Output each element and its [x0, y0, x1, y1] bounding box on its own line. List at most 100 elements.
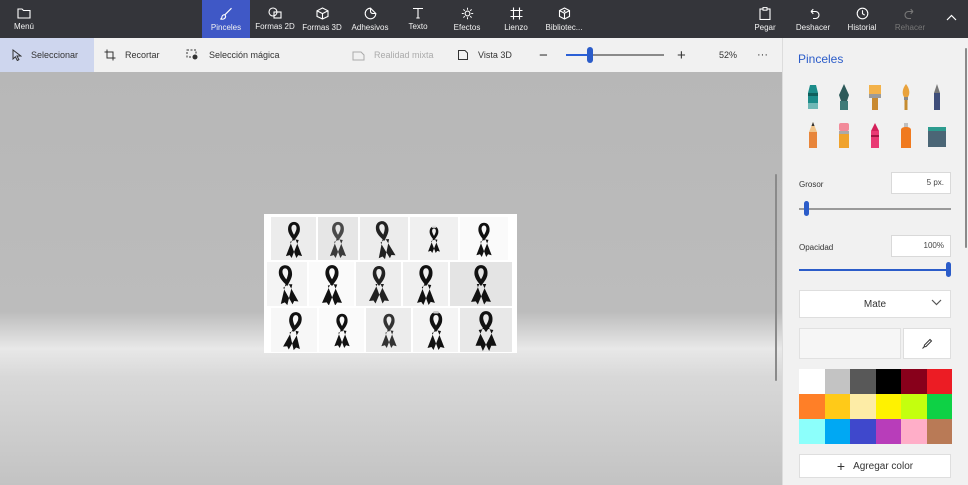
color-swatch[interactable] [901, 369, 927, 394]
plus-icon: + [836, 458, 846, 474]
ribbon-image-tile [460, 308, 512, 352]
opacity-slider-thumb[interactable] [946, 262, 951, 277]
opacity-label: Opacidad [799, 243, 834, 252]
color-swatch[interactable] [901, 419, 927, 444]
color-swatch[interactable] [926, 394, 952, 419]
tool-effects[interactable]: Efectos [445, 0, 489, 38]
view-3d-label: Vista 3D [478, 50, 512, 60]
marker-brush-icon[interactable] [801, 82, 825, 112]
thickness-slider-track[interactable] [799, 208, 951, 210]
fill-bucket-icon[interactable] [925, 120, 949, 150]
redo-button[interactable]: Rehacer [890, 0, 930, 38]
undo-icon [807, 7, 820, 23]
add-color-label: Agregar color [853, 460, 914, 472]
undo-button[interactable]: Deshacer [793, 0, 833, 38]
more-options-button[interactable]: ··· [757, 38, 768, 72]
oil-brush-icon[interactable] [863, 82, 887, 112]
ribbon-image-tile [403, 262, 448, 306]
history-clock-icon [856, 7, 869, 23]
folder-icon [17, 7, 31, 22]
panel-scrollbar[interactable] [965, 48, 967, 248]
mixed-reality-icon [352, 49, 374, 61]
tool-stickers[interactable]: Adhesivos [347, 0, 393, 38]
zoom-out-button[interactable]: − [539, 38, 548, 72]
ribbon-image-tile [309, 262, 354, 306]
color-swatch[interactable] [850, 369, 876, 394]
color-swatch[interactable] [850, 394, 876, 419]
crayon-icon[interactable] [863, 120, 887, 150]
tool-brushes[interactable]: Pinceles [202, 0, 250, 38]
mixed-reality-button[interactable]: Realidad mixta [352, 38, 434, 72]
ribbon-image-tile [319, 308, 364, 352]
redo-label: Rehacer [894, 22, 926, 32]
menu-button[interactable]: Menú [5, 0, 43, 38]
history-button[interactable]: Historial [842, 0, 882, 38]
selection-toolbar: Seleccionar Recortar Selección mágica Re… [0, 38, 782, 73]
spray-can-icon[interactable] [894, 120, 918, 150]
color-swatch[interactable] [901, 394, 927, 419]
tool-text[interactable]: Texto [396, 0, 440, 38]
brush-icon [219, 7, 233, 23]
tool-canvas-label: Lienzo [504, 22, 528, 32]
color-swatch[interactable] [875, 369, 901, 394]
finish-dropdown[interactable]: Mate [799, 290, 951, 318]
color-swatch[interactable] [799, 394, 825, 419]
mixed-reality-label: Realidad mixta [374, 50, 434, 60]
color-swatch[interactable] [926, 369, 952, 394]
cursor-icon [12, 49, 31, 61]
pencil-icon[interactable] [801, 120, 825, 150]
thickness-input[interactable]: 5 px. [891, 172, 951, 194]
tool-effects-label: Efectos [453, 22, 481, 32]
calligraphy-pen-icon[interactable] [832, 82, 856, 112]
ribbon-image-tile [318, 217, 358, 260]
brushes-panel: Pinceles Grosor 5 px. Opacidad 100% Mate [782, 38, 968, 485]
zoom-in-button[interactable]: + [677, 38, 686, 72]
color-swatch[interactable] [850, 419, 876, 444]
color-swatch[interactable] [824, 369, 850, 394]
color-swatch[interactable] [799, 369, 825, 394]
canvas-image[interactable] [264, 214, 517, 353]
paste-button[interactable]: Pegar [748, 0, 782, 38]
eyedropper-icon [921, 338, 933, 350]
color-swatch[interactable] [824, 419, 850, 444]
menu-label: Menú [13, 22, 34, 31]
opacity-input[interactable]: 100% [891, 235, 951, 257]
paste-label: Pegar [754, 22, 776, 32]
pixel-pen-icon[interactable] [925, 82, 949, 112]
magic-select-icon [186, 49, 209, 61]
view-3d-button[interactable]: Vista 3D [457, 38, 512, 72]
color-swatch[interactable] [875, 394, 901, 419]
color-swatch[interactable] [926, 419, 952, 444]
tool-canvas[interactable]: Lienzo [494, 0, 538, 38]
color-swatch[interactable] [799, 419, 825, 444]
ribbon-image-tile [267, 262, 307, 306]
watercolor-brush-icon[interactable] [894, 82, 918, 112]
history-label: Historial [847, 22, 877, 32]
undo-label: Deshacer [795, 22, 831, 32]
ribbon-image-tile [450, 262, 512, 306]
canvas-area[interactable] [0, 72, 782, 485]
chevron-up-icon [946, 14, 957, 24]
collapse-toolbar-button[interactable] [938, 0, 964, 38]
canvas-vertical-scrollbar[interactable] [775, 174, 777, 381]
tool-2d-shapes-label: Formas 2D [255, 22, 295, 31]
tool-stickers-label: Adhesivos [351, 22, 389, 32]
zoom-percent[interactable]: 52% [719, 38, 737, 72]
tool-2d-shapes[interactable]: Formas 2D [252, 0, 298, 38]
tool-3d-shapes[interactable]: Formas 3D [299, 0, 345, 38]
clipboard-icon [759, 6, 771, 23]
magic-select-button[interactable]: Selección mágica [186, 38, 280, 72]
zoom-slider-track[interactable] [566, 54, 664, 56]
eraser-icon[interactable] [832, 120, 856, 150]
zoom-slider-thumb[interactable] [587, 47, 593, 63]
tool-library[interactable]: Bibliotec... [540, 0, 588, 38]
ribbon-image-tile [460, 217, 508, 260]
thickness-slider-thumb[interactable] [804, 201, 809, 216]
crop-button[interactable]: Recortar [104, 38, 160, 72]
select-button[interactable]: Seleccionar [0, 38, 94, 72]
color-swatch[interactable] [824, 394, 850, 419]
eyedropper-button[interactable] [903, 328, 951, 359]
color-swatch[interactable] [875, 419, 901, 444]
add-color-button[interactable]: + Agregar color [799, 454, 951, 478]
opacity-slider-track[interactable] [799, 269, 951, 271]
